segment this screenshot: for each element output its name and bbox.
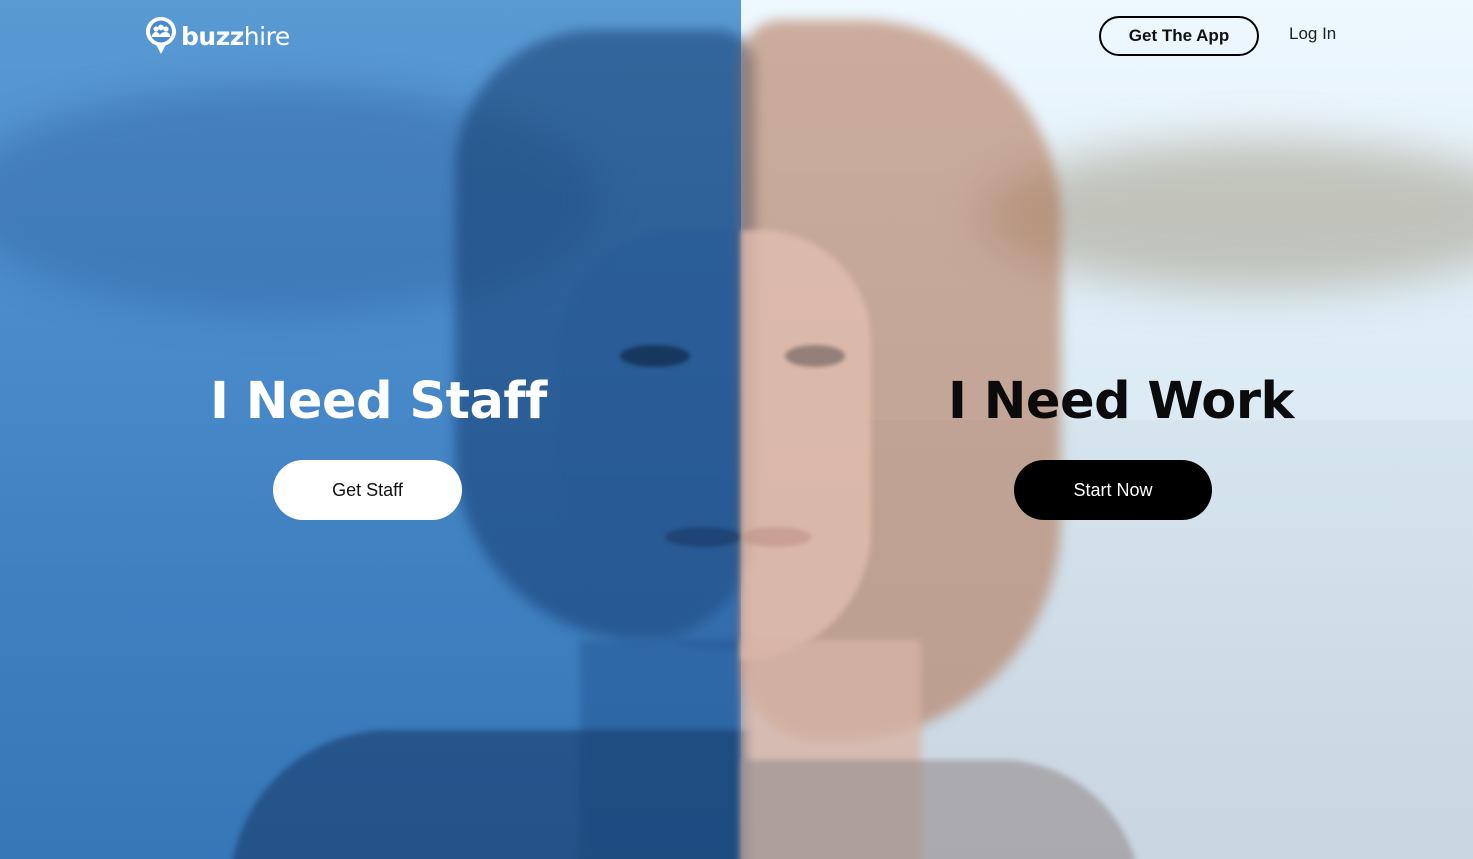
background-mountain <box>981 140 1473 290</box>
staff-headline: I Need Staff <box>210 372 547 431</box>
background-mountain <box>0 85 600 315</box>
login-link[interactable]: Log In <box>1289 24 1336 44</box>
start-now-button[interactable]: Start Now <box>1014 460 1212 520</box>
work-headline: I Need Work <box>948 372 1294 431</box>
brand-name: buzzhire <box>181 21 290 51</box>
get-staff-button[interactable]: Get Staff <box>273 460 462 520</box>
buzzhire-logo-icon <box>145 16 177 56</box>
get-the-app-button[interactable]: Get The App <box>1099 16 1259 56</box>
brand-logo[interactable]: buzzhire <box>145 16 290 56</box>
